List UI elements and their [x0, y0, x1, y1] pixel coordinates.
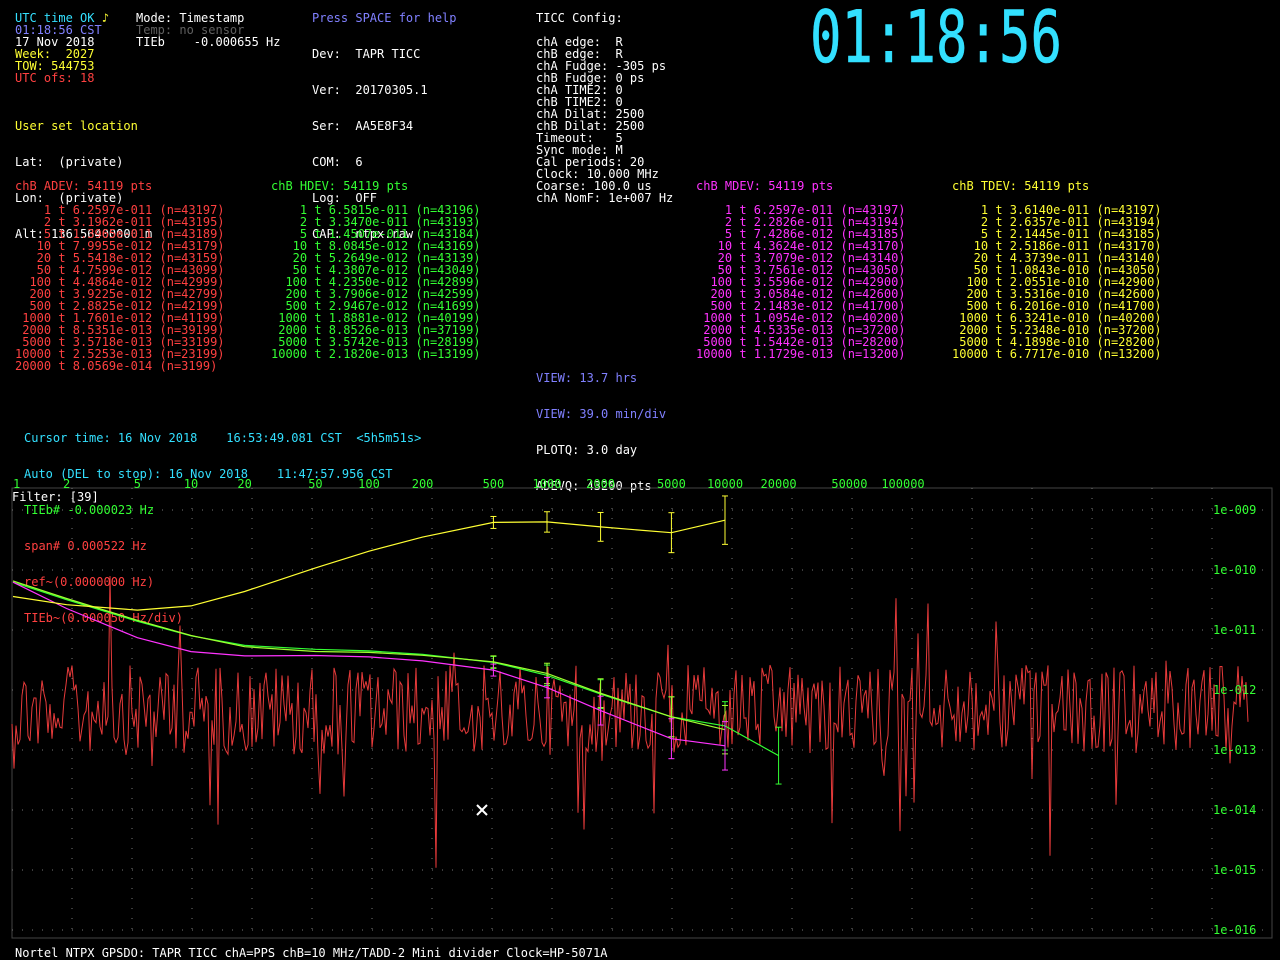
plot-area[interactable]: 1 2 5 10 20 50 100 200 500 1000 2000 5000 10000 20000… [0, 478, 1280, 960]
view-hours: VIEW: 13.7 hrs [536, 371, 638, 385]
ticc-config-title: TICC Config: [536, 11, 623, 25]
device-ser: Ser: AA5E8F34 [312, 119, 414, 133]
series-line [12, 519, 726, 611]
y-axis-label: 1e-012 [1213, 683, 1256, 697]
series-line [12, 581, 726, 747]
big-clock: 01:18:56 [810, 6, 1062, 68]
tau-label: 200 [412, 478, 434, 491]
hdev-table: chB HDEV: 54119 pts 1 t 6.5815e-011 (n=4… [271, 156, 481, 360]
y-axis-label: 1e-016 [1213, 923, 1256, 937]
tau-label: 10000 [707, 478, 743, 491]
tau-label: 2000 [586, 478, 615, 491]
mdev-table: chB MDEV: 54119 pts 1 t 6.2597e-011 (n=4… [696, 156, 906, 360]
help-link[interactable]: Press SPACE for help [312, 12, 457, 24]
cursor-time: Cursor time: 16 Nov 2018 16:53:49.081 CS… [24, 431, 422, 445]
tau-label: 500 [483, 478, 505, 491]
tdev-header: chB TDEV: 54119 pts [952, 179, 1090, 193]
y-axis-label: 1e-009 [1213, 503, 1256, 517]
music-note-icon: ♪ [101, 11, 109, 25]
tau-label: 5 [134, 478, 141, 491]
mdev-header: chB MDEV: 54119 pts [696, 179, 834, 193]
y-axis-label: 1e-014 [1213, 803, 1256, 817]
hdev-row: 10000 t 2.1820e-013 (n=13199) [271, 347, 481, 361]
ticc-config-list: chA edge: RchB edge: RchA Fudge: -305 ps… [536, 36, 673, 204]
tdev-table: chB TDEV: 54119 pts 1 t 3.6140e-011 (n=4… [952, 156, 1162, 360]
y-axis-label: 1e-015 [1213, 863, 1256, 877]
view-div: VIEW: 39.0 min/div [536, 407, 667, 421]
tau-label: 20 [237, 478, 251, 491]
y-axis-labels: 1e-009 1e-010 1e-011 1e-012 1e-013 1e-014 1e-0… [1213, 503, 1256, 937]
y-axis-label: 1e-011 [1213, 623, 1256, 637]
mdev-row: 10000 t 1.1729e-013 (n=13200) [696, 347, 906, 361]
ticc-config-line: chA NomF: 1e+007 Hz [536, 191, 674, 205]
utc-offset: UTC ofs: 18 [15, 71, 95, 85]
adev-header: chB ADEV: 54119 pts [15, 179, 153, 193]
tau-label: 100 [358, 478, 380, 491]
device-ver: Ver: 20170305.1 [312, 83, 428, 97]
cursor-x-icon[interactable] [476, 804, 488, 816]
hdev-header: chB HDEV: 54119 pts [271, 179, 409, 193]
tau-label: 20000 [761, 478, 797, 491]
plot-grid [11, 487, 1273, 939]
tdev-row: 10000 t 6.7717e-010 (n=13200) [952, 347, 1162, 361]
y-axis-label: 1e-010 [1213, 563, 1256, 577]
tieb-label: TIEb -0.000655 Hz [136, 35, 281, 49]
tau-label: 1000 [533, 478, 562, 491]
tau-axis-labels: 1 2 5 10 20 50 100 200 500 1000 2000 5000 10000 20000… [13, 478, 925, 491]
tau-label: 50 [308, 478, 322, 491]
plot-q: PLOTQ: 3.0 day [536, 443, 638, 457]
big-clock-text: 01:18:56 [810, 6, 1062, 68]
tau-label: 10 [184, 478, 198, 491]
filter-label: Filter: [39] [12, 490, 99, 504]
tau-label: 5000 [657, 478, 686, 491]
location-title: User set location [15, 119, 138, 133]
tau-label: 50000 [831, 478, 867, 491]
footer-label: Nortel NTPX GPSDO: TAPR TICC chA=PPS chB… [15, 946, 608, 960]
adev-row: 20000 t 8.0569e-014 (n=3199) [15, 359, 218, 373]
y-axis-label: 1e-013 [1213, 743, 1256, 757]
adev-table: chB ADEV: 54119 pts 1 t 6.2597e-011 (n=4… [15, 156, 225, 372]
device-dev: Dev: TAPR TICC [312, 47, 421, 61]
tau-label: 100000 [881, 478, 924, 491]
